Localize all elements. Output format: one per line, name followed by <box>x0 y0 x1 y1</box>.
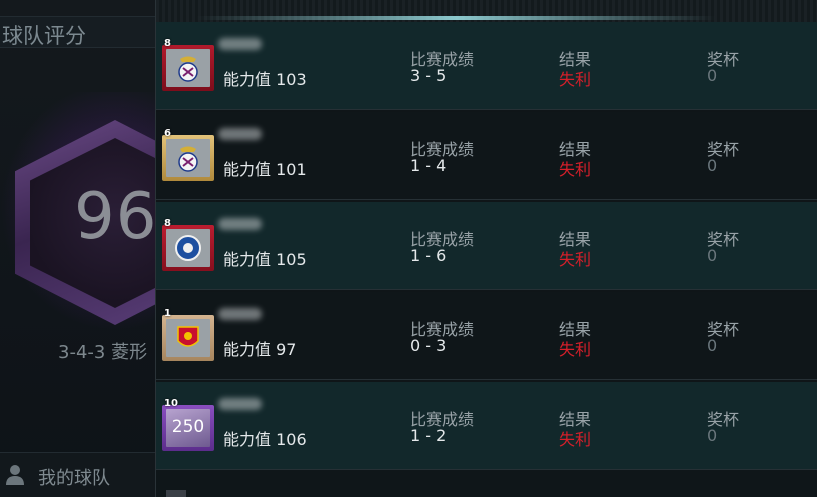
match-row[interactable]: 1 能力值 97 比赛成绩 0 - 3 结果 失利 奖杯 0 <box>156 292 817 380</box>
match-score: 3 - 5 <box>410 66 447 85</box>
person-icon <box>6 465 24 485</box>
match-outcome: 失利 <box>559 250 592 269</box>
badge-level: 10 <box>164 398 178 409</box>
real-madrid-crest-icon <box>178 56 198 82</box>
trophy-count: 0 <box>707 246 718 265</box>
ability-value: 能力值 105 <box>223 250 307 269</box>
panel-title: 球队评分 <box>2 24 86 48</box>
badge-level: 8 <box>164 38 171 49</box>
ability-value: 能力值 106 <box>223 430 307 449</box>
team-name-blurred <box>218 128 262 140</box>
team-name-blurred <box>218 308 262 320</box>
ability-value: 能力值 97 <box>223 340 297 359</box>
badge-level: 1 <box>164 308 171 319</box>
leicester-crest-icon <box>175 235 201 261</box>
match-score: 1 - 4 <box>410 156 447 175</box>
team-name-blurred <box>218 218 262 230</box>
badge-level: 8 <box>164 218 171 229</box>
team-badge: 1 <box>162 308 214 361</box>
match-outcome: 失利 <box>559 160 592 179</box>
match-row[interactable]: 6 能力值 101 比赛成绩 1 - 4 结果 失利 奖杯 0 <box>156 112 817 200</box>
trophy-count: 0 <box>707 66 718 85</box>
match-row[interactable]: 10 250 能力值 106 比赛成绩 1 - 2 结果 失利 奖杯 0 <box>156 382 817 470</box>
team-badge: 8 <box>162 38 214 91</box>
match-score: 1 - 6 <box>410 246 447 265</box>
my-team-label: 我的球队 <box>38 468 110 489</box>
match-row-partial[interactable] <box>156 470 817 497</box>
team-name-blurred <box>218 38 262 50</box>
match-outcome: 失利 <box>559 70 592 89</box>
team-badge: 8 <box>162 218 214 271</box>
match-outcome: 失利 <box>559 340 592 359</box>
trophy-count: 0 <box>707 336 718 355</box>
trophy-count: 0 <box>707 156 718 175</box>
team-rating-value: 96 <box>74 180 158 254</box>
badge-rating-text: 250 <box>171 417 205 437</box>
my-team-button[interactable]: 我的球队 <box>0 452 160 497</box>
badge-level: 6 <box>164 128 171 139</box>
match-row[interactable]: 8 能力值 105 比赛成绩 1 - 6 结果 失利 奖杯 0 <box>156 202 817 290</box>
formation-label: 3-4-3 菱形 <box>58 342 148 363</box>
match-history-list[interactable]: 8 能力值 103 比赛成绩 3 - 5 结果 失利 奖杯 0 6 能力值 10… <box>155 0 817 497</box>
manchester-united-crest-icon <box>177 326 199 347</box>
team-name-blurred <box>218 398 262 410</box>
real-madrid-crest-icon <box>178 146 198 172</box>
team-badge: 6 <box>162 128 214 181</box>
match-outcome: 失利 <box>559 430 592 449</box>
match-score: 0 - 3 <box>410 336 447 355</box>
ability-value: 能力值 101 <box>223 160 307 179</box>
trophy-count: 0 <box>707 426 718 445</box>
list-top-glow <box>196 16 716 20</box>
match-score: 1 - 2 <box>410 426 447 445</box>
panel-header: 球队评分 <box>0 16 160 48</box>
team-badge-partial <box>166 490 186 497</box>
team-rating-panel: 球队评分 96 3-4-3 菱形 我的球队 <box>0 0 215 497</box>
match-row[interactable]: 8 能力值 103 比赛成绩 3 - 5 结果 失利 奖杯 0 <box>156 22 817 110</box>
team-badge: 10 250 <box>162 398 214 451</box>
ability-value: 能力值 103 <box>223 70 307 89</box>
